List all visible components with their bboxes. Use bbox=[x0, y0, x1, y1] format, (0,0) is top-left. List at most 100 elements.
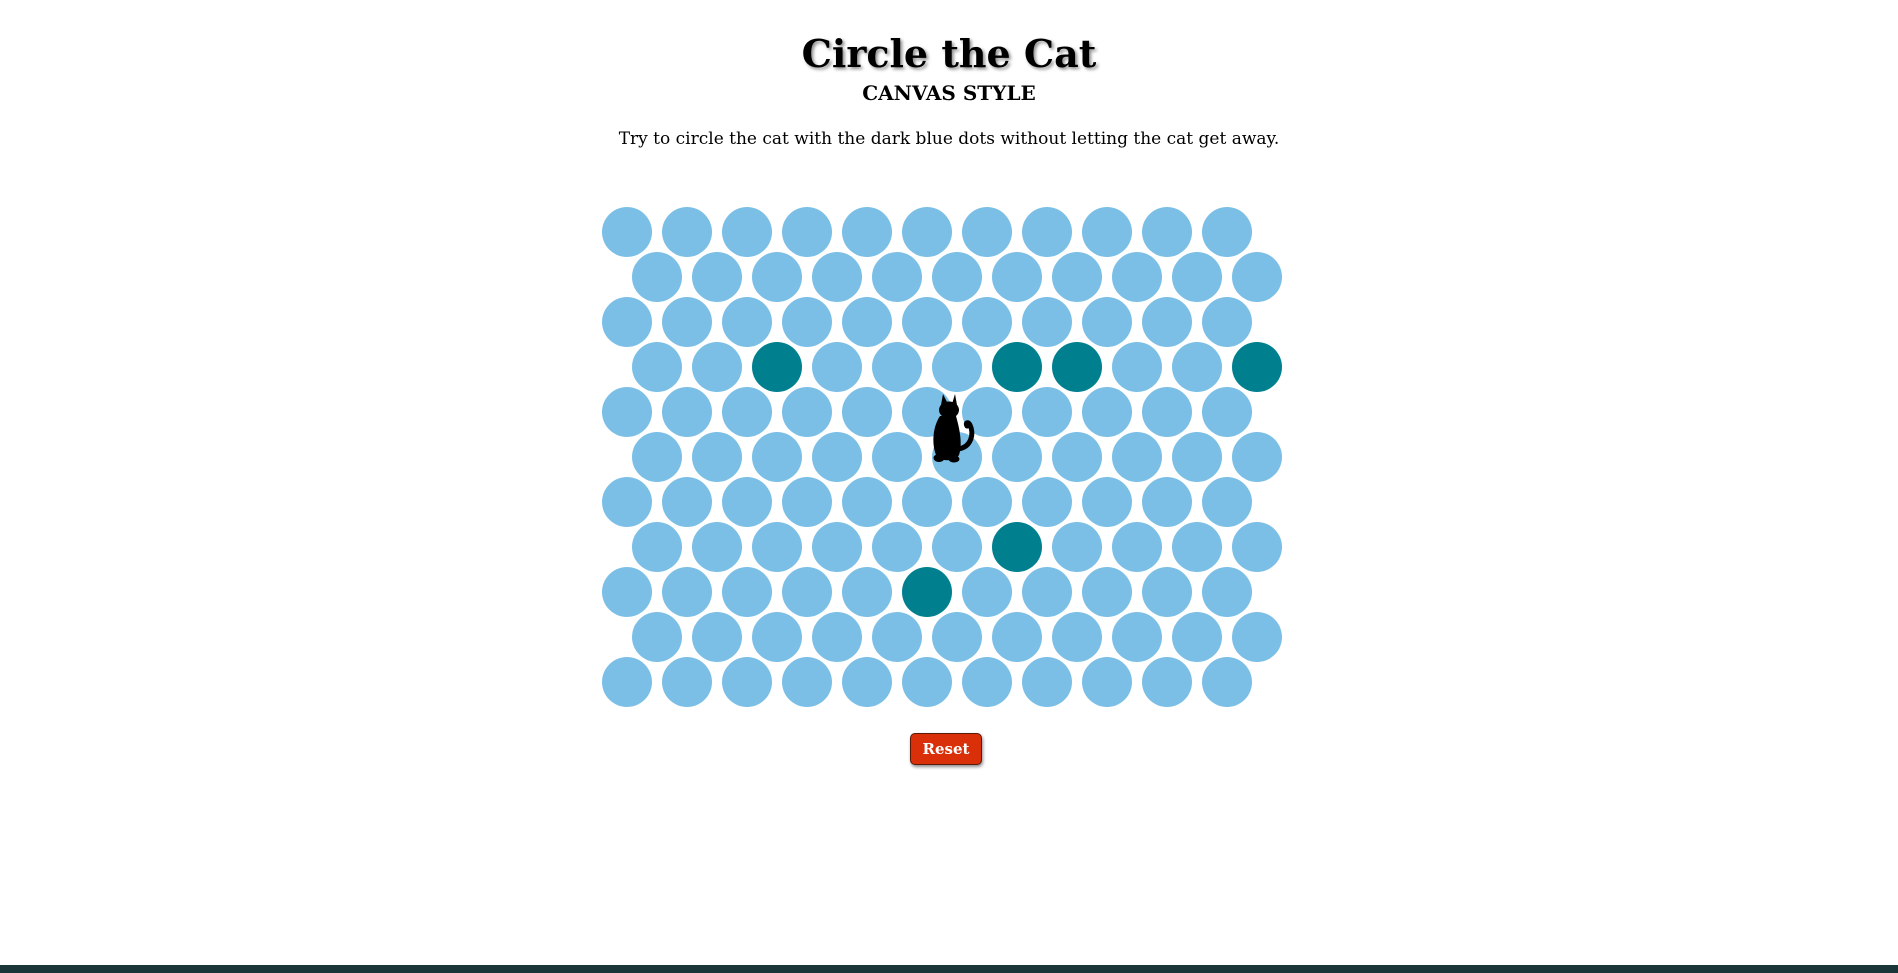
free-dot[interactable] bbox=[1022, 297, 1072, 347]
free-dot[interactable] bbox=[1172, 432, 1222, 482]
free-dot[interactable] bbox=[842, 657, 892, 707]
free-dot[interactable] bbox=[962, 657, 1012, 707]
free-dot[interactable] bbox=[602, 297, 652, 347]
free-dot[interactable] bbox=[842, 567, 892, 617]
free-dot[interactable] bbox=[602, 477, 652, 527]
free-dot[interactable] bbox=[902, 297, 952, 347]
free-dot[interactable] bbox=[1172, 342, 1222, 392]
free-dot[interactable] bbox=[1022, 477, 1072, 527]
free-dot[interactable] bbox=[692, 612, 742, 662]
blocked-dot[interactable] bbox=[902, 567, 952, 617]
free-dot[interactable] bbox=[632, 612, 682, 662]
free-dot[interactable] bbox=[932, 612, 982, 662]
free-dot[interactable] bbox=[602, 207, 652, 257]
free-dot[interactable] bbox=[932, 252, 982, 302]
free-dot[interactable] bbox=[692, 522, 742, 572]
free-dot[interactable] bbox=[1232, 522, 1282, 572]
free-dot[interactable] bbox=[1112, 522, 1162, 572]
free-dot[interactable] bbox=[1022, 207, 1072, 257]
free-dot[interactable] bbox=[872, 432, 922, 482]
free-dot[interactable] bbox=[812, 522, 862, 572]
free-dot[interactable] bbox=[1142, 207, 1192, 257]
free-dot[interactable] bbox=[1052, 432, 1102, 482]
free-dot[interactable] bbox=[932, 342, 982, 392]
free-dot[interactable] bbox=[842, 297, 892, 347]
free-dot[interactable] bbox=[1232, 612, 1282, 662]
free-dot[interactable] bbox=[1202, 297, 1252, 347]
free-dot[interactable] bbox=[1082, 567, 1132, 617]
free-dot[interactable] bbox=[662, 567, 712, 617]
free-dot[interactable] bbox=[782, 387, 832, 437]
free-dot[interactable] bbox=[902, 477, 952, 527]
free-dot[interactable] bbox=[812, 252, 862, 302]
free-dot[interactable] bbox=[782, 657, 832, 707]
free-dot[interactable] bbox=[602, 657, 652, 707]
free-dot[interactable] bbox=[1082, 207, 1132, 257]
free-dot[interactable] bbox=[662, 207, 712, 257]
free-dot[interactable] bbox=[1082, 387, 1132, 437]
free-dot[interactable] bbox=[962, 477, 1012, 527]
free-dot[interactable] bbox=[1082, 297, 1132, 347]
free-dot[interactable] bbox=[992, 252, 1042, 302]
blocked-dot[interactable] bbox=[1232, 342, 1282, 392]
free-dot[interactable] bbox=[1142, 657, 1192, 707]
free-dot[interactable] bbox=[1052, 522, 1102, 572]
free-dot[interactable] bbox=[812, 612, 862, 662]
free-dot[interactable] bbox=[752, 432, 802, 482]
free-dot[interactable] bbox=[632, 342, 682, 392]
free-dot[interactable] bbox=[1112, 612, 1162, 662]
free-dot[interactable] bbox=[1232, 252, 1282, 302]
free-dot[interactable] bbox=[1142, 477, 1192, 527]
free-dot[interactable] bbox=[962, 297, 1012, 347]
free-dot[interactable] bbox=[782, 567, 832, 617]
free-dot[interactable] bbox=[1112, 252, 1162, 302]
free-dot[interactable] bbox=[1022, 657, 1072, 707]
free-dot[interactable] bbox=[752, 522, 802, 572]
free-dot[interactable] bbox=[1202, 567, 1252, 617]
free-dot[interactable] bbox=[1142, 297, 1192, 347]
free-dot[interactable] bbox=[1022, 387, 1072, 437]
free-dot[interactable] bbox=[602, 567, 652, 617]
free-dot[interactable] bbox=[752, 252, 802, 302]
free-dot[interactable] bbox=[722, 207, 772, 257]
free-dot[interactable] bbox=[662, 657, 712, 707]
free-dot[interactable] bbox=[1172, 522, 1222, 572]
free-dot[interactable] bbox=[1112, 432, 1162, 482]
blocked-dot[interactable] bbox=[992, 342, 1042, 392]
free-dot[interactable] bbox=[1172, 612, 1222, 662]
free-dot[interactable] bbox=[872, 252, 922, 302]
blocked-dot[interactable] bbox=[752, 342, 802, 392]
free-dot[interactable] bbox=[722, 387, 772, 437]
free-dot[interactable] bbox=[602, 387, 652, 437]
free-dot[interactable] bbox=[1142, 387, 1192, 437]
free-dot[interactable] bbox=[1052, 612, 1102, 662]
free-dot[interactable] bbox=[722, 297, 772, 347]
free-dot[interactable] bbox=[902, 657, 952, 707]
free-dot[interactable] bbox=[842, 477, 892, 527]
free-dot[interactable] bbox=[662, 387, 712, 437]
free-dot[interactable] bbox=[632, 432, 682, 482]
free-dot[interactable] bbox=[662, 297, 712, 347]
free-dot[interactable] bbox=[902, 207, 952, 257]
reset-button[interactable]: Reset bbox=[910, 733, 982, 765]
free-dot[interactable] bbox=[692, 252, 742, 302]
free-dot[interactable] bbox=[1082, 477, 1132, 527]
free-dot[interactable] bbox=[812, 342, 862, 392]
free-dot[interactable] bbox=[872, 612, 922, 662]
free-dot[interactable] bbox=[722, 657, 772, 707]
free-dot[interactable] bbox=[632, 522, 682, 572]
free-dot[interactable] bbox=[1112, 342, 1162, 392]
free-dot[interactable] bbox=[992, 432, 1042, 482]
free-dot[interactable] bbox=[812, 432, 862, 482]
free-dot[interactable] bbox=[1172, 252, 1222, 302]
free-dot[interactable] bbox=[1142, 567, 1192, 617]
free-dot[interactable] bbox=[1202, 207, 1252, 257]
free-dot[interactable] bbox=[1202, 657, 1252, 707]
free-dot[interactable] bbox=[662, 477, 712, 527]
blocked-dot[interactable] bbox=[1052, 342, 1102, 392]
free-dot[interactable] bbox=[842, 207, 892, 257]
blocked-dot[interactable] bbox=[992, 522, 1042, 572]
free-dot[interactable] bbox=[782, 297, 832, 347]
free-dot[interactable] bbox=[782, 477, 832, 527]
free-dot[interactable] bbox=[782, 207, 832, 257]
